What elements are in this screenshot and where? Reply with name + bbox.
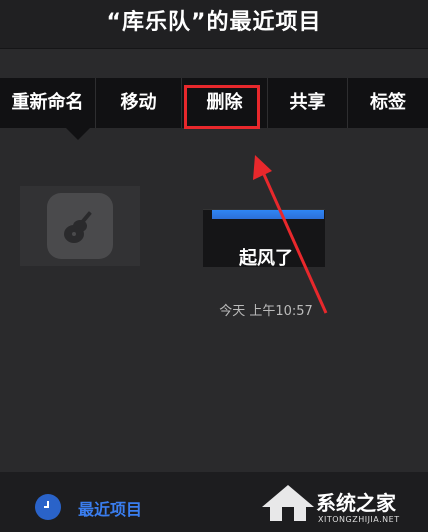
watermark-text: 系统之家	[316, 491, 396, 515]
project-name[interactable]: 起风了	[200, 244, 332, 270]
clock-icon[interactable]	[35, 494, 61, 520]
page-title: “库乐队”的最近项目	[106, 10, 322, 35]
menu-item-move[interactable]: 移动	[96, 78, 182, 128]
menu-pointer	[66, 128, 90, 140]
watermark-subtext: XITONGZHIJIA.NET	[318, 515, 400, 524]
menu-item-share[interactable]: 共享	[268, 78, 348, 128]
project-date: 今天 上午10:57	[219, 304, 313, 319]
menu-item-tags[interactable]: 标签	[348, 78, 428, 128]
highlight-box	[184, 85, 260, 129]
menu-item-rename[interactable]: 重新命名	[0, 78, 96, 128]
guitar-icon	[47, 193, 113, 259]
audio-track-bar	[212, 210, 324, 219]
tab-recents[interactable]: 最近项目	[78, 496, 142, 520]
house-logo-icon	[262, 485, 314, 521]
